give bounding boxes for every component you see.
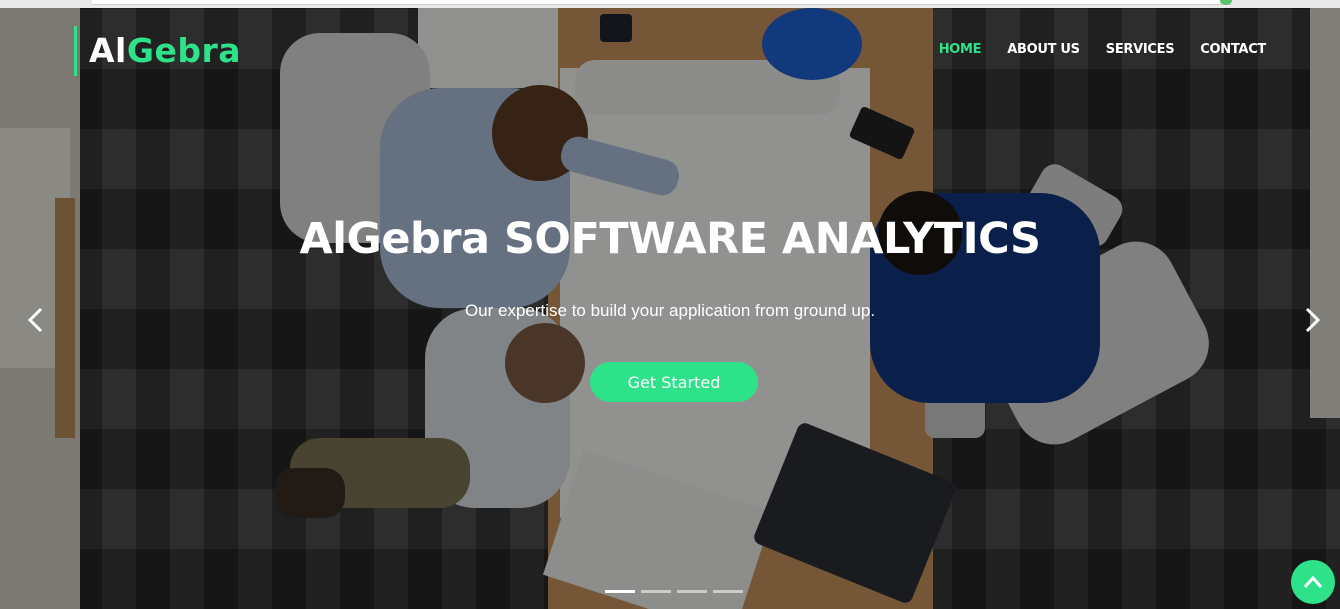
- hero-title: AlGebra SOFTWARE ANALYTICS: [299, 214, 1041, 264]
- carousel-indicator[interactable]: [641, 590, 671, 593]
- browser-top-strip: [0, 0, 1340, 8]
- nav-home-link[interactable]: HOME: [939, 42, 982, 57]
- chevron-up-icon: [1303, 575, 1323, 588]
- logo-text-accent: Gebra: [126, 31, 241, 70]
- get-started-button[interactable]: Get Started: [590, 362, 758, 402]
- carousel-prev-button[interactable]: [20, 300, 50, 340]
- logo-text-primary: Al: [89, 31, 127, 70]
- carousel-next-button[interactable]: [1298, 300, 1328, 340]
- nav-about-us-link[interactable]: ABOUT US: [1007, 42, 1080, 57]
- nav-contact-link[interactable]: CONTACT: [1200, 42, 1266, 57]
- hero-subtitle: Our expertise to build your application …: [464, 301, 876, 320]
- back-to-top-button[interactable]: [1291, 560, 1335, 604]
- carousel-indicator[interactable]: [605, 590, 635, 593]
- carousel-indicators: [605, 590, 743, 593]
- main-nav: HOME ABOUT US SERVICES CONTACT: [939, 42, 1267, 57]
- chevron-left-icon: [27, 307, 43, 333]
- site-logo[interactable]: AlGebra: [74, 26, 241, 76]
- nav-services-link[interactable]: SERVICES: [1106, 42, 1175, 57]
- carousel-indicator[interactable]: [713, 590, 743, 593]
- carousel-indicator[interactable]: [677, 590, 707, 593]
- chevron-right-icon: [1305, 307, 1321, 333]
